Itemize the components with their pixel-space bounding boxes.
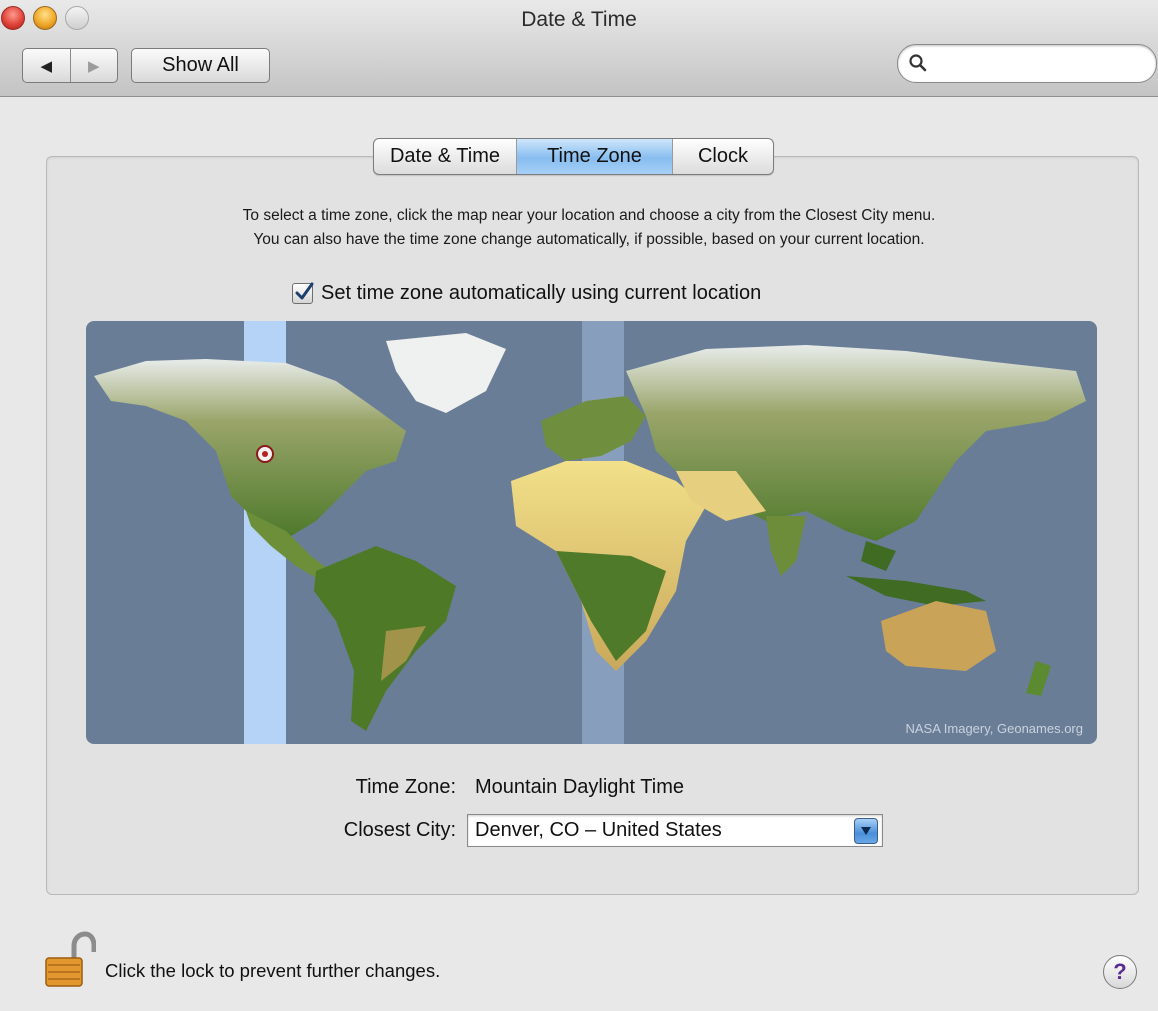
instructions-line-2: You can also have the time zone change a… <box>253 231 925 248</box>
closest-city-combobox[interactable]: Denver, CO – United States <box>467 814 883 847</box>
world-map-image <box>94 321 1086 744</box>
help-button[interactable]: ? <box>1103 955 1137 989</box>
time-zone-label: Time Zone: <box>355 776 456 798</box>
dropdown-arrow-icon[interactable] <box>854 818 878 844</box>
closest-city-value[interactable]: Denver, CO – United States <box>475 819 722 842</box>
checkmark-icon <box>295 282 314 299</box>
search-icon <box>909 54 927 72</box>
time-zone-map[interactable]: NASA Imagery, Geonames.org <box>86 321 1097 744</box>
map-credit: NASA Imagery, Geonames.org <box>905 721 1083 736</box>
history-nav: ◀ ▶ <box>22 48 118 83</box>
lock-icon[interactable] <box>40 930 96 988</box>
auto-time-zone-option[interactable]: Set time zone automatically using curren… <box>292 280 761 306</box>
closest-city-label: Closest City: <box>343 819 456 841</box>
tab-bar: Date & Time Time Zone Clock <box>373 138 774 175</box>
tab-date-time[interactable]: Date & Time <box>374 139 516 174</box>
tab-clock[interactable]: Clock <box>672 139 773 174</box>
search-input[interactable] <box>934 51 1138 77</box>
auto-time-zone-checkbox[interactable] <box>292 282 314 304</box>
forward-arrow-icon[interactable]: ▶ <box>69 49 118 82</box>
lock-hint: Click the lock to prevent further change… <box>105 960 441 981</box>
show-all-button[interactable]: Show All <box>131 48 270 83</box>
time-zone-value: Mountain Daylight Time <box>475 776 684 798</box>
window-title: Date & Time <box>521 8 637 31</box>
instructions-line-1: To select a time zone, click the map nea… <box>242 207 936 224</box>
search-field[interactable] <box>897 44 1157 83</box>
window-toolbar: Date & Time ◀ ▶ Show All <box>0 0 1158 97</box>
back-arrow-icon[interactable]: ◀ <box>23 49 70 82</box>
instructions-text: To select a time zone, click the map nea… <box>60 204 1118 252</box>
tab-time-zone[interactable]: Time Zone <box>516 139 672 174</box>
auto-time-zone-label: Set time zone automatically using curren… <box>321 281 762 304</box>
